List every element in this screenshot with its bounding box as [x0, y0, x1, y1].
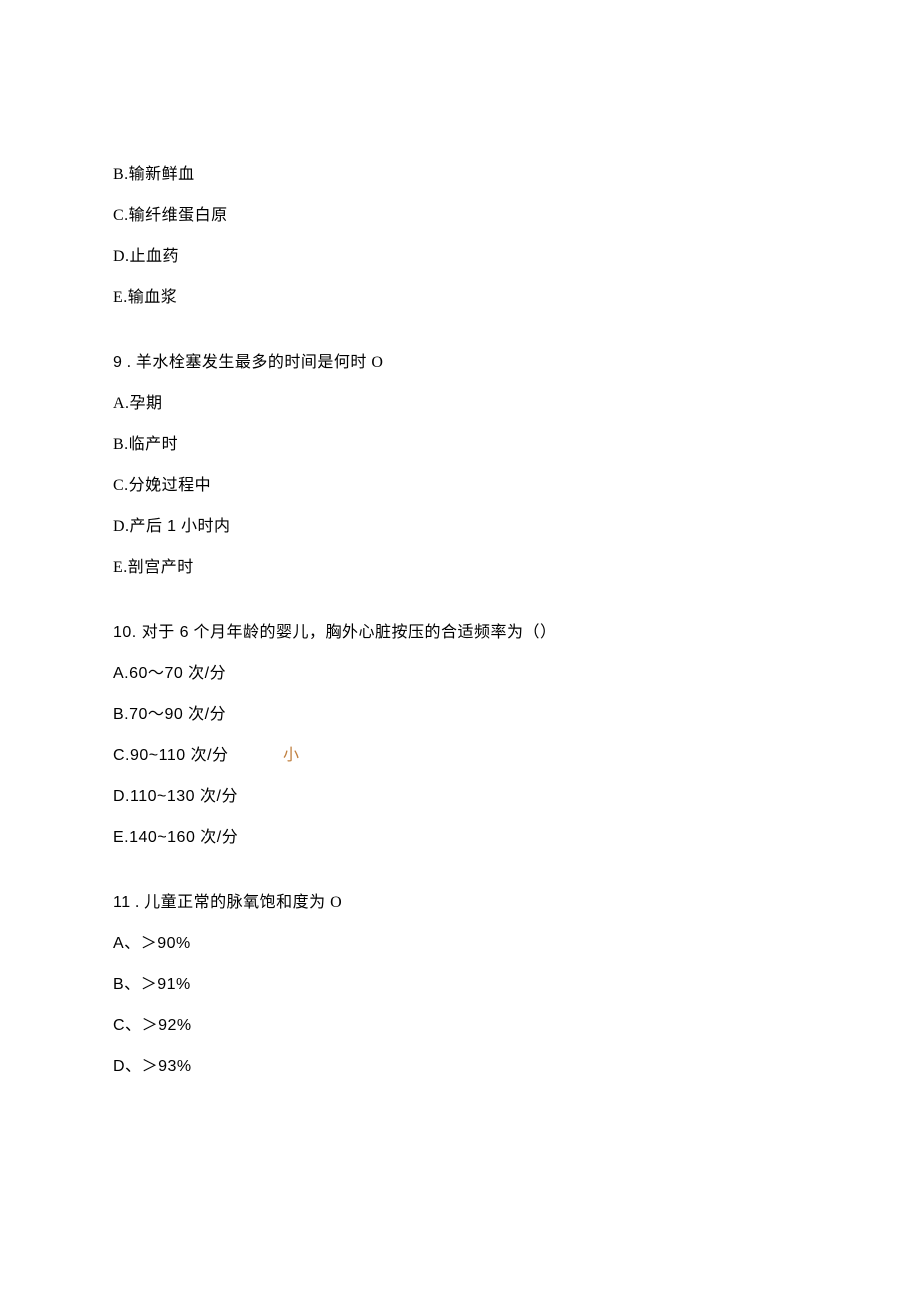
gap	[113, 331, 920, 355]
gt: ＞	[142, 1017, 159, 1034]
text: D.止血药	[113, 248, 179, 265]
suffix: 小时内	[176, 518, 230, 535]
q9-option-a: A.孕期	[113, 396, 920, 412]
prefix: D.产后	[113, 518, 167, 535]
q10-option-c: C.90~110 次/分 小	[113, 748, 920, 764]
q11-option-d: D、＞93%	[113, 1059, 920, 1075]
tilde: ～	[148, 706, 165, 723]
value: 93%	[158, 1058, 192, 1075]
sep: .	[131, 894, 145, 911]
prefix: A.60	[113, 665, 148, 682]
q9-option-b: B.临产时	[113, 437, 920, 453]
value: 91%	[157, 976, 191, 993]
q9-option-e: E.剖宫产时	[113, 560, 920, 576]
value: 90%	[157, 935, 191, 952]
q10-option-a: A.60～70 次/分	[113, 666, 920, 682]
gap	[113, 871, 920, 895]
q11-option-c: C、＞92%	[113, 1018, 920, 1034]
q11-option-a: A、＞90%	[113, 936, 920, 952]
text: C.输纤维蛋白原	[113, 207, 228, 224]
q11-stem: 11 . 儿童正常的脉氧饱和度为 O	[113, 895, 920, 911]
text: B.输新鲜血	[113, 166, 195, 183]
q11-option-b: B、＞91%	[113, 977, 920, 993]
q9-stem: 9 . 羊水栓塞发生最多的时间是何时 O	[113, 355, 920, 371]
label: D、	[113, 1058, 142, 1075]
annotation: 小	[283, 748, 300, 764]
q8-option-e: E.输血浆	[113, 290, 920, 306]
q9-option-d: D.产后 1 小时内	[113, 519, 920, 535]
text: B.临产时	[113, 436, 178, 453]
q10-option-e: E.140~160 次/分	[113, 830, 920, 846]
suffix: 70 次/分	[164, 665, 226, 682]
question-number: 11	[113, 894, 131, 911]
label: A、	[113, 935, 141, 952]
stem-text: 儿童正常的脉氧饱和度为 O	[144, 894, 342, 911]
label: C、	[113, 1017, 142, 1034]
sep: .	[122, 354, 136, 371]
gt: ＞	[141, 935, 158, 952]
text: E.输血浆	[113, 289, 177, 306]
text: D.110~130 次/分	[113, 788, 238, 805]
gap	[113, 601, 920, 625]
stem-text: 羊水栓塞发生最多的时间是何时 O	[136, 354, 384, 371]
q10-stem: 10. 对于 6 个月年龄的婴儿，胸外心脏按压的合适频率为（）	[113, 625, 920, 641]
text: A.孕期	[113, 395, 163, 412]
q10-option-d: D.110~130 次/分	[113, 789, 920, 805]
q8-option-c: C.输纤维蛋白原	[113, 208, 920, 224]
text: E.140~160 次/分	[113, 829, 238, 846]
suffix: 个月年龄的婴儿，胸外心脏按压的合适频率为（）	[189, 624, 557, 641]
value: 92%	[158, 1017, 192, 1034]
q9-option-c: C.分娩过程中	[113, 478, 920, 494]
text: C.分娩过程中	[113, 477, 211, 494]
q8-option-b: B.输新鲜血	[113, 167, 920, 183]
gt: ＞	[142, 1058, 159, 1075]
suffix: 90 次/分	[164, 706, 226, 723]
question-number: 9	[113, 354, 122, 371]
q10-option-b: B.70～90 次/分	[113, 707, 920, 723]
main-text: C.90~110 次/分	[113, 748, 283, 764]
gt: ＞	[141, 976, 158, 993]
text: E.剖宫产时	[113, 559, 194, 576]
prefix: B.70	[113, 706, 148, 723]
document-page: B.输新鲜血 C.输纤维蛋白原 D.止血药 E.输血浆 9 . 羊水栓塞发生最多…	[0, 0, 920, 1075]
tilde: ～	[148, 665, 165, 682]
label: B、	[113, 976, 141, 993]
number: 6	[180, 624, 189, 641]
prefix: 10. 对于	[113, 624, 180, 641]
q8-option-d: D.止血药	[113, 249, 920, 265]
